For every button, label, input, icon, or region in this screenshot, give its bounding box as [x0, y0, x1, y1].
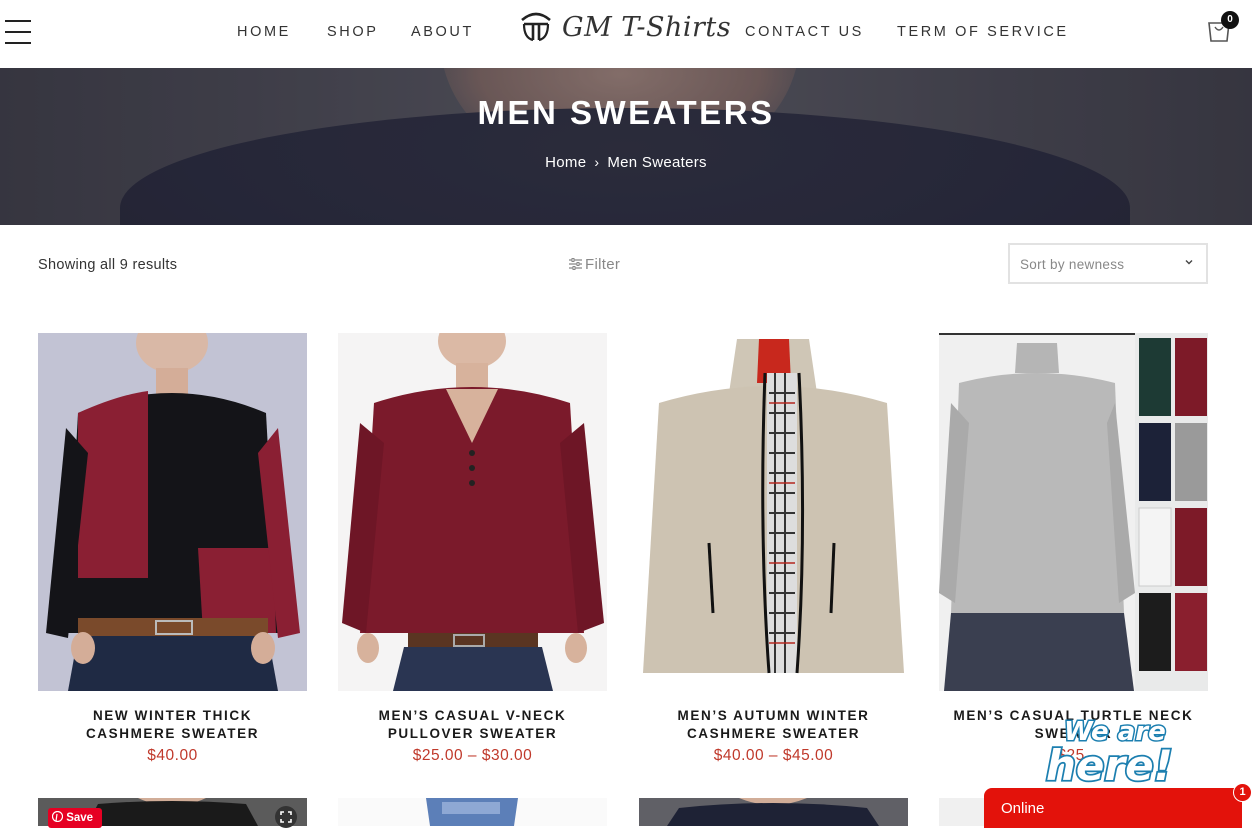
pinterest-save-button[interactable]: Save — [48, 808, 102, 828]
product-image[interactable] — [38, 333, 307, 691]
cart-count-badge: 0 — [1221, 11, 1239, 29]
product-image[interactable] — [639, 798, 908, 826]
product-image[interactable] — [939, 333, 1208, 691]
product-price: $40.00 – $45.00 — [713, 747, 834, 764]
product-name[interactable]: MEN’S AUTUMN WINTER CASHMERE SWEATER — [639, 707, 908, 743]
site-logo[interactable]: GM T-Shirts — [518, 8, 732, 56]
page-hero-banner: MEN SWEATERS Home › Men Sweaters — [0, 68, 1252, 225]
chevron-down-icon — [1185, 260, 1193, 265]
site-header: HOME SHOP ABOUT GM T-Shirts CONTACT US T… — [0, 0, 1252, 68]
pinterest-icon — [51, 810, 64, 823]
hamburger-menu-icon[interactable] — [5, 20, 31, 46]
product-price: $25.00 – $30.00 — [412, 747, 533, 764]
breadcrumb: Home › Men Sweaters — [0, 154, 1252, 171]
chat-unread-badge: 1 — [1233, 783, 1252, 802]
results-count: Showing all 9 results — [38, 257, 178, 273]
filter-button[interactable]: Filter — [569, 256, 620, 273]
product-image[interactable] — [639, 333, 908, 691]
sliders-icon — [569, 258, 582, 270]
breadcrumb-current: Men Sweaters — [607, 154, 707, 171]
product-name[interactable]: MEN’S CASUAL V-NECK PULLOVER SWEATER — [338, 707, 607, 743]
product-card[interactable]: NEW WINTER THICK CASHMERE SWEATER $40.00 — [38, 333, 307, 765]
logo-mark-icon — [521, 12, 551, 42]
chat-status: Online — [1001, 800, 1045, 817]
svg-text:here!: here! — [1046, 741, 1173, 787]
product-name[interactable]: NEW WINTER THICK CASHMERE SWEATER — [38, 707, 307, 743]
product-price: $40.00 — [147, 747, 198, 764]
breadcrumb-separator-icon: › — [594, 154, 600, 170]
expand-icon[interactable] — [275, 806, 297, 828]
page-title: MEN SWEATERS — [477, 94, 775, 131]
product-card[interactable]: MEN’S AUTUMN WINTER CASHMERE SWEATER $40… — [639, 333, 908, 765]
nav-home[interactable]: HOME — [237, 24, 291, 40]
chat-online-bar[interactable]: Online — [984, 788, 1242, 828]
product-image[interactable] — [338, 333, 607, 691]
nav-contact-us[interactable]: CONTACT US — [745, 24, 864, 40]
product-card[interactable]: MEN’S CASUAL V-NECK PULLOVER SWEATER $25… — [338, 333, 607, 765]
product-card[interactable]: MEN’S CASUAL TURTLE NECK SWEATER $25. — [939, 333, 1208, 765]
nav-about[interactable]: ABOUT — [411, 24, 474, 40]
breadcrumb-home[interactable]: Home — [545, 154, 586, 171]
product-image[interactable] — [338, 798, 607, 826]
chat-we-are-here-graphic[interactable]: We are here! — [1042, 712, 1187, 792]
filter-label: Filter — [585, 256, 621, 273]
sort-select[interactable]: Sort by newness — [1008, 243, 1208, 284]
sort-value: Sort by newness — [1020, 257, 1125, 272]
nav-shop[interactable]: SHOP — [327, 24, 379, 40]
nav-term-of-service[interactable]: TERM OF SERVICE — [897, 24, 1069, 40]
logo-text: GM T-Shirts — [562, 12, 732, 43]
